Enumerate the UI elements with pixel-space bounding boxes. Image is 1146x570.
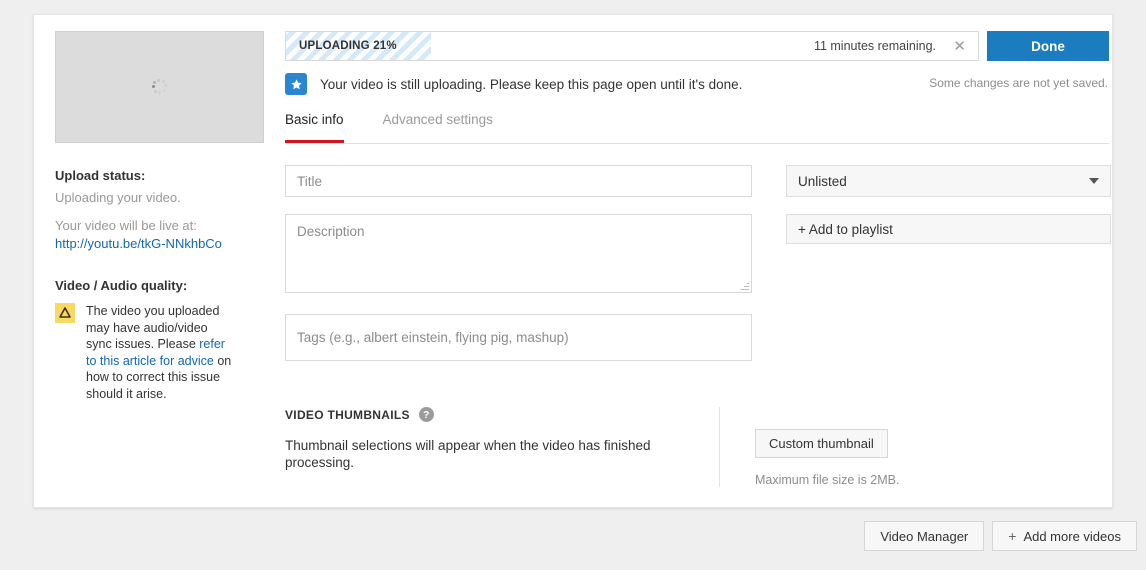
warning-triangle-icon xyxy=(55,303,75,323)
star-icon xyxy=(285,73,307,95)
plus-icon: + xyxy=(1008,528,1017,544)
live-url-link[interactable]: http://youtu.be/tkG-NNkhbCo xyxy=(55,235,277,253)
loading-spinner-icon xyxy=(151,79,168,95)
upload-time-remaining: 11 minutes remaining. xyxy=(813,39,936,53)
done-button[interactable]: Done xyxy=(987,31,1109,61)
description-input[interactable] xyxy=(285,214,752,293)
add-more-videos-button[interactable]: + Add more videos xyxy=(992,521,1137,551)
tab-bar: Basic info Advanced settings xyxy=(285,112,1109,144)
upload-status-title: Upload status: xyxy=(55,168,146,183)
form-right-column: Unlisted + Add to playlist xyxy=(786,165,1111,361)
add-to-playlist-button[interactable]: + Add to playlist xyxy=(786,214,1111,244)
privacy-dropdown[interactable]: Unlisted xyxy=(786,165,1111,197)
tab-advanced-settings[interactable]: Advanced settings xyxy=(383,112,493,143)
privacy-selected-value: Unlisted xyxy=(798,173,847,189)
thumbnails-note: Thumbnail selections will appear when th… xyxy=(285,438,651,470)
custom-thumbnail-panel: Custom thumbnail Maximum file size is 2M… xyxy=(719,407,899,487)
live-url-label: Your video will be live at: xyxy=(55,218,197,233)
unsaved-changes-text: Some changes are not yet saved. xyxy=(929,76,1108,90)
page-footer: Video Manager + Add more videos xyxy=(864,521,1137,551)
title-input[interactable] xyxy=(285,165,752,197)
upload-card: Upload status: Uploading your video. You… xyxy=(33,14,1113,508)
quality-section-title: Video / Audio quality: xyxy=(55,278,188,293)
video-thumbnails-section: VIDEO THUMBNAILS ? Thumbnail selections … xyxy=(285,407,1109,487)
cancel-upload-icon[interactable]: ✕ xyxy=(953,32,966,60)
quality-warning-text: The video you uploaded may have audio/vi… xyxy=(86,303,234,402)
chevron-down-icon xyxy=(1089,178,1099,184)
upload-form: Unlisted + Add to playlist xyxy=(285,165,1111,361)
max-file-size-note: Maximum file size is 2MB. xyxy=(755,473,900,487)
custom-thumbnail-button[interactable]: Custom thumbnail xyxy=(755,429,888,458)
upload-notice-text: Your video is still uploading. Please ke… xyxy=(320,76,743,92)
thumbnails-info: VIDEO THUMBNAILS ? Thumbnail selections … xyxy=(285,407,719,487)
video-preview-placeholder xyxy=(55,31,264,143)
quality-warning: The video you uploaded may have audio/vi… xyxy=(55,303,277,402)
video-manager-button[interactable]: Video Manager xyxy=(864,521,985,551)
upload-progress-bar: UPLOADING 21% 11 minutes remaining. ✕ xyxy=(285,31,979,61)
upload-progress-row: UPLOADING 21% 11 minutes remaining. ✕ Do… xyxy=(285,31,1109,61)
upload-page: Upload status: Uploading your video. You… xyxy=(0,0,1146,570)
upload-sidebar: Upload status: Uploading your video. You… xyxy=(55,31,277,402)
upload-progress-label: UPLOADING 21% xyxy=(299,40,397,52)
tags-input[interactable] xyxy=(285,314,752,361)
upload-notice-row: Your video is still uploading. Please ke… xyxy=(285,73,1109,95)
tab-basic-info[interactable]: Basic info xyxy=(285,112,344,143)
upload-status-value: Uploading your video. xyxy=(55,190,181,205)
description-wrapper xyxy=(285,214,752,293)
add-more-videos-label: Add more videos xyxy=(1023,528,1121,544)
help-icon[interactable]: ? xyxy=(418,407,434,422)
form-left-column xyxy=(285,165,752,361)
upload-main-pane: UPLOADING 21% 11 minutes remaining. ✕ Do… xyxy=(285,31,1111,487)
thumbnails-heading: VIDEO THUMBNAILS ? xyxy=(285,407,719,422)
thumbnails-heading-label: VIDEO THUMBNAILS xyxy=(285,407,410,422)
